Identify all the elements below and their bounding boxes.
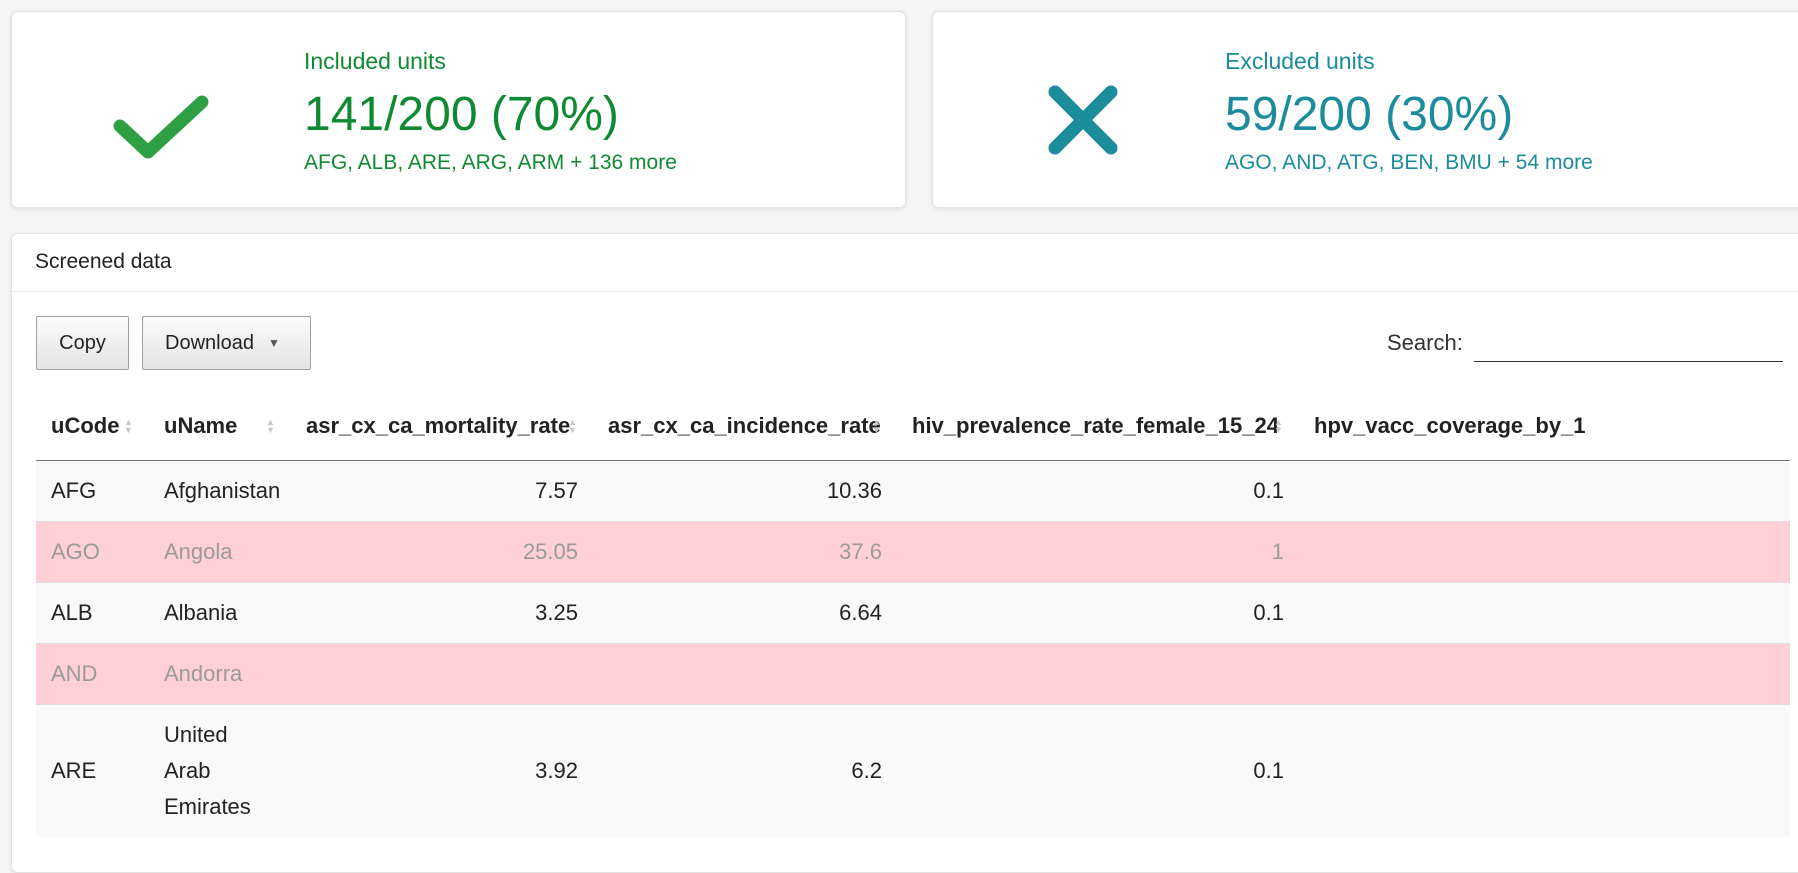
panel-title: Screened data	[12, 234, 1798, 292]
cell-incidence	[593, 643, 897, 705]
cell-incidence: 6.2	[593, 704, 897, 837]
cell-uname: Afghanistan	[149, 460, 291, 522]
sort-icon: ▲ ▼	[872, 417, 881, 435]
cell-ucode: ALB	[36, 582, 149, 644]
col-header-mortality[interactable]: asr_cx_ca_mortality_rate ▲ ▼	[291, 392, 593, 461]
screened-data-panel: Screened data Copy Download ▼ Search: uCo…	[11, 233, 1798, 873]
col-header-uname[interactable]: uName ▲ ▼	[149, 392, 291, 461]
excluded-units-list: AGO, AND, ATG, BEN, BMU + 54 more	[1225, 151, 1593, 174]
cell-uname: Albania	[149, 582, 291, 644]
cell-mortality: 25.05	[291, 521, 593, 583]
included-units-label: Included units	[304, 48, 446, 74]
col-header-hpv[interactable]: hpv_vacc_coverage_by_1	[1299, 392, 1790, 461]
download-button-label: Download	[165, 331, 254, 354]
cell-incidence: 37.6	[593, 521, 897, 583]
included-units-list: AFG, ALB, ARE, ARG, ARM + 136 more	[304, 151, 677, 174]
cell-hpv	[1299, 704, 1790, 837]
search-label: Search:	[1387, 330, 1463, 355]
table-header-row: uCode ▲ ▼ uName ▲ ▼ asr_cx_ca_mortality_rate…	[36, 392, 1790, 461]
table-row-excluded[interactable]: AGO Angola 25.05 37.6 1	[36, 521, 1790, 583]
excluded-units-value: 59/200 (30%)	[1225, 88, 1514, 141]
cell-ucode: AND	[36, 643, 149, 705]
cell-hpv	[1299, 521, 1790, 583]
checkmark-icon	[113, 95, 209, 159]
cell-uname: Angola	[149, 521, 291, 583]
cell-hpv	[1299, 643, 1790, 705]
cell-ucode: ARE	[36, 704, 149, 837]
cell-hiv: 0.1	[897, 460, 1299, 522]
cell-hpv	[1299, 582, 1790, 644]
cell-hiv: 0.1	[897, 582, 1299, 644]
table-row[interactable]: AFG Afghanistan 7.57 10.36 0.1	[36, 460, 1790, 522]
table-row[interactable]: ALB Albania 3.25 6.64 0.1	[36, 582, 1790, 644]
cell-hiv	[897, 643, 1299, 705]
included-units-card: Included units 141/200 (70%) AFG, ALB, A…	[11, 11, 906, 208]
sort-icon: ▲ ▼	[1274, 417, 1283, 435]
cell-mortality: 3.92	[291, 704, 593, 837]
cell-hiv: 0.1	[897, 704, 1299, 837]
cell-hpv	[1299, 460, 1790, 522]
search-input[interactable]	[1474, 325, 1783, 362]
cell-ucode: AGO	[36, 521, 149, 583]
cell-hiv: 1	[897, 521, 1299, 583]
included-units-value: 141/200 (70%)	[304, 88, 619, 141]
screened-data-table: uCode ▲ ▼ uName ▲ ▼ asr_cx_ca_mortality_rate…	[36, 392, 1790, 837]
excluded-units-label: Excluded units	[1225, 48, 1375, 74]
sort-icon: ▲ ▼	[124, 417, 133, 435]
sort-icon: ▲ ▼	[266, 417, 275, 435]
download-button[interactable]: Download ▼	[142, 316, 311, 370]
col-header-hiv[interactable]: hiv_prevalence_rate_female_15_24 ▲ ▼	[897, 392, 1299, 461]
cell-ucode: AFG	[36, 460, 149, 522]
caret-down-icon: ▼	[267, 335, 280, 350]
table-row[interactable]: ARE United Arab Emirates 3.92 6.2 0.1	[36, 704, 1790, 837]
cell-incidence: 10.36	[593, 460, 897, 522]
col-header-incidence[interactable]: asr_cx_ca_incidence_rate ▲ ▼	[593, 392, 897, 461]
cross-icon	[1048, 85, 1118, 155]
table-row-excluded[interactable]: AND Andorra	[36, 643, 1790, 705]
sort-icon: ▲ ▼	[568, 417, 577, 435]
data-table-wrapper: uCode ▲ ▼ uName ▲ ▼ asr_cx_ca_mortality_rate…	[36, 392, 1790, 837]
cell-mortality: 3.25	[291, 582, 593, 644]
col-header-ucode[interactable]: uCode ▲ ▼	[36, 392, 149, 461]
cell-uname: United Arab Emirates	[149, 704, 291, 837]
excluded-units-card: Excluded units 59/200 (30%) AGO, AND, AT…	[932, 11, 1798, 208]
cell-incidence: 6.64	[593, 582, 897, 644]
cell-uname: Andorra	[149, 643, 291, 705]
cell-mortality	[291, 643, 593, 705]
copy-button[interactable]: Copy	[36, 316, 129, 370]
cell-mortality: 7.57	[291, 460, 593, 522]
